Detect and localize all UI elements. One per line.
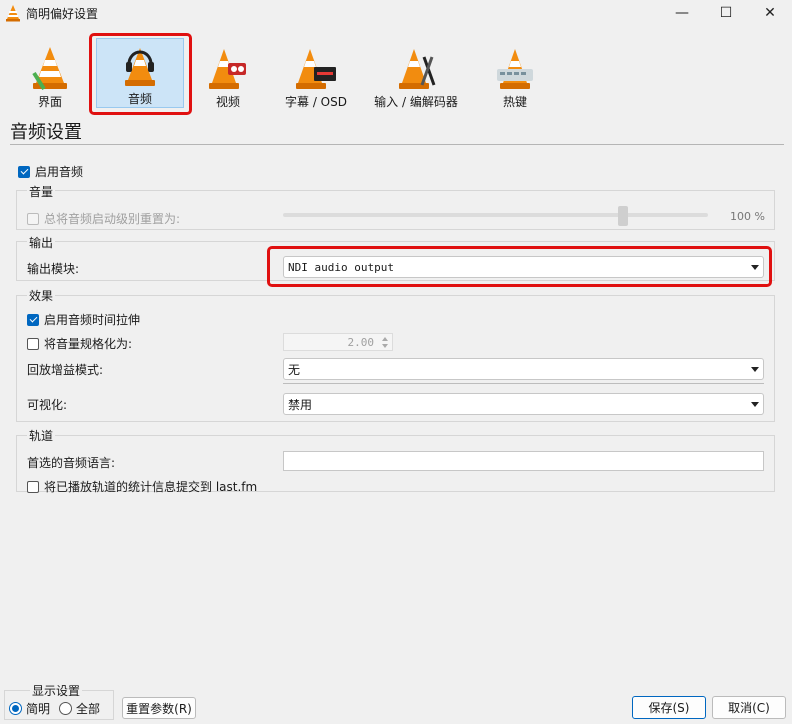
video-cone-icon: [209, 49, 246, 89]
tab-input-codecs[interactable]: 输入 / 编解码器: [364, 38, 468, 110]
category-toolbar: 界面 音频 视频 字幕 / OSD 输入 / 编解码器 热键: [0, 30, 792, 116]
tab-input-codecs-label: 输入 / 编解码器: [374, 95, 458, 109]
chevron-down-icon: [751, 366, 759, 372]
replay-gain-select[interactable]: 无: [283, 358, 764, 380]
show-settings-title: 显示设置: [30, 682, 83, 699]
tab-interface-label: 界面: [37, 95, 62, 109]
subtitle-cone-icon: [296, 49, 336, 89]
effects-group-title: 效果: [27, 287, 56, 304]
maximize-button[interactable]: ☐: [704, 0, 748, 26]
title-bar: 简明偏好设置 — ☐ ✕: [0, 0, 792, 26]
effects-divider: [283, 383, 764, 384]
vlc-logo-icon: [5, 4, 21, 25]
tracks-group-title: 轨道: [27, 427, 56, 444]
all-radio-label: 全部: [76, 702, 101, 716]
close-button[interactable]: ✕: [748, 0, 792, 26]
chevron-down-icon: [751, 264, 759, 270]
lastfm-label: 将已播放轨道的统计信息提交到 last.fm: [44, 480, 258, 494]
tab-hotkeys-label: 热键: [502, 95, 527, 109]
reset-volume-label: 总将音频启动级别重置为:: [44, 212, 181, 226]
time-stretch-label: 启用音频时间拉伸: [44, 313, 141, 327]
tab-subtitles-osd[interactable]: 字幕 / OSD: [276, 38, 356, 110]
all-radio[interactable]: 全部: [59, 700, 100, 717]
normalize-checkbox[interactable]: 将音量规格化为:: [27, 335, 132, 352]
output-module-value: NDI audio output: [288, 260, 394, 274]
time-stretch-check[interactable]: [27, 313, 39, 326]
tab-subtitles-osd-label: 字幕 / OSD: [285, 95, 347, 109]
lastfm-check[interactable]: [27, 480, 39, 493]
visualization-value: 禁用: [288, 397, 313, 412]
enable-audio-label: 启用音频: [35, 165, 84, 179]
volume-level-text: 100 %: [730, 210, 765, 223]
lastfm-checkbox[interactable]: 将已播放轨道的统计信息提交到 last.fm: [27, 478, 257, 495]
save-button[interactable]: 保存(S): [632, 696, 706, 719]
codec-cone-icon: [399, 49, 436, 89]
enable-audio-checkbox[interactable]: 启用音频: [18, 163, 83, 180]
all-radio-dot[interactable]: [59, 702, 72, 715]
enable-audio-check[interactable]: [18, 165, 30, 178]
hotkeys-cone-icon: [497, 49, 533, 89]
time-stretch-checkbox[interactable]: 启用音频时间拉伸: [27, 311, 140, 328]
output-module-label: 输出模块:: [27, 262, 80, 276]
volume-slider-track[interactable]: [283, 213, 708, 217]
spin-arrows-icon[interactable]: [380, 335, 390, 349]
volume-group-title: 音量: [27, 183, 56, 200]
minimize-button[interactable]: —: [660, 0, 704, 26]
tab-video[interactable]: 视频: [195, 38, 261, 110]
tab-hotkeys[interactable]: 热键: [486, 38, 544, 110]
simple-radio[interactable]: 简明: [9, 700, 50, 717]
replay-gain-label: 回放增益模式:: [27, 363, 104, 377]
chevron-down-icon: [751, 401, 759, 407]
tab-video-label: 视频: [215, 95, 240, 109]
cancel-button[interactable]: 取消(C): [712, 696, 786, 719]
normalize-spinbox[interactable]: 2.00: [283, 333, 393, 351]
headphones-cone-icon: [125, 48, 155, 86]
normalize-check[interactable]: [27, 337, 39, 350]
volume-slider-thumb[interactable]: [618, 206, 628, 226]
reset-volume-checkbox[interactable]: 总将音频启动级别重置为:: [27, 210, 180, 227]
normalize-value: 2.00: [347, 335, 375, 349]
output-group-title: 输出: [27, 234, 56, 251]
tab-interface[interactable]: 界面: [12, 38, 88, 110]
normalize-label: 将音量规格化为:: [44, 337, 133, 351]
tab-audio-label: 音频: [127, 92, 152, 106]
reset-volume-check[interactable]: [27, 212, 39, 225]
vlc-cone-icon: [32, 47, 67, 91]
tab-audio[interactable]: 音频: [96, 38, 184, 108]
preferred-language-input[interactable]: [283, 451, 764, 471]
replay-gain-value: 无: [288, 362, 301, 377]
reset-preferences-button[interactable]: 重置参数(R): [122, 697, 196, 719]
preferred-language-label: 首选的音频语言:: [27, 456, 116, 470]
visualization-label: 可视化:: [27, 398, 68, 412]
visualization-select[interactable]: 禁用: [283, 393, 764, 415]
window-title: 简明偏好设置: [26, 7, 99, 21]
output-module-select[interactable]: NDI audio output: [283, 256, 764, 278]
title-divider: [10, 144, 784, 145]
page-title: 音频设置: [10, 122, 82, 143]
simple-radio-label: 简明: [26, 702, 51, 716]
simple-radio-dot[interactable]: [9, 702, 22, 715]
